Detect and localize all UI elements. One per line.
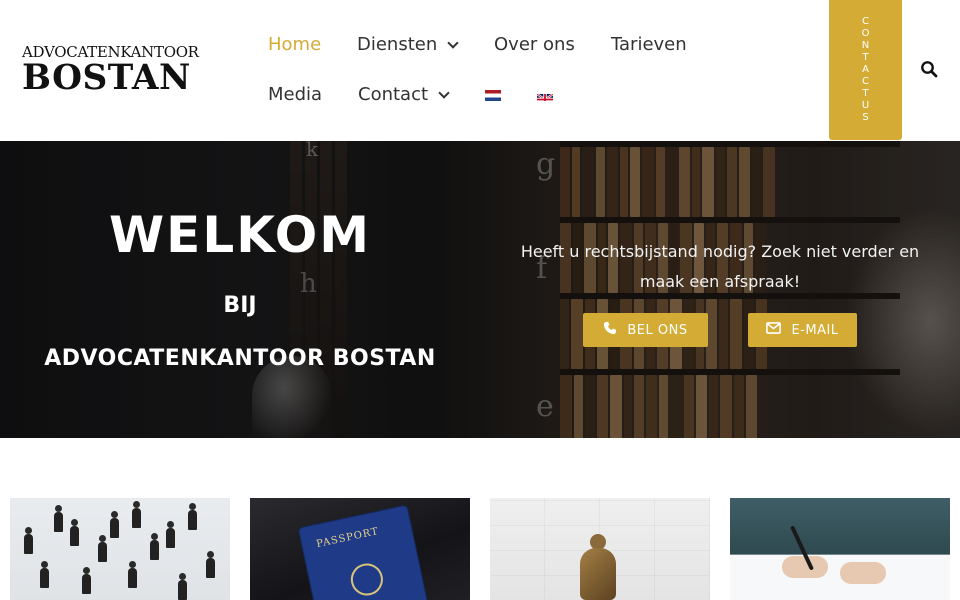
logo-main-text: BOSTAN: [22, 57, 191, 98]
card-thinker-statue-image[interactable]: [490, 498, 710, 600]
hero-banner: g f e k h WELKOM BIJ ADVOCATENKANTOOR BO…: [0, 141, 960, 438]
email-label: E-MAIL: [791, 322, 839, 338]
chevron-down-icon: [438, 86, 450, 99]
card-crowd-walking-image[interactable]: [10, 498, 230, 600]
passport-icon: PASSPORT: [298, 505, 428, 600]
nav-diensten-label: Diensten: [357, 34, 438, 55]
card-signing-document-image[interactable]: [730, 498, 950, 600]
call-us-button[interactable]: BEL ONS: [583, 313, 708, 347]
thinker-statue-icon: [574, 534, 624, 600]
card-passport-image[interactable]: PASSPORT: [250, 498, 470, 600]
email-button[interactable]: E-MAIL: [748, 313, 857, 347]
nav-tarieven-label: Tarieven: [611, 34, 687, 55]
contact-us-label: CONTACTUS: [860, 16, 871, 124]
nav-media[interactable]: Media: [268, 83, 322, 107]
nav-over-ons[interactable]: Over ons: [494, 33, 575, 57]
hero-subtitle: BIJ: [223, 293, 257, 318]
hero-firm-name: ADVOCATENKANTOOR BOSTAN: [44, 346, 436, 371]
site-header: ADVOCATENKANTOOR BOSTAN Home Diensten Ov…: [0, 0, 960, 141]
nav-diensten[interactable]: Diensten: [357, 33, 459, 57]
flag-united-kingdom-icon[interactable]: [537, 90, 553, 101]
nav-contact-label: Contact: [358, 84, 429, 105]
nav-over-ons-label: Over ons: [494, 34, 575, 55]
hero-title: WELKOM: [109, 206, 371, 264]
call-us-label: BEL ONS: [627, 322, 688, 338]
nav-tarieven[interactable]: Tarieven: [611, 33, 687, 57]
contact-us-button[interactable]: CONTACTUS: [829, 0, 902, 140]
site-logo[interactable]: ADVOCATENKANTOOR BOSTAN: [22, 44, 199, 100]
envelope-icon: [766, 322, 782, 338]
nav-media-label: Media: [268, 84, 323, 105]
search-icon[interactable]: [920, 60, 940, 80]
flag-netherlands-icon[interactable]: [485, 90, 501, 101]
chevron-down-icon: [447, 36, 459, 49]
nav-home-label: Home: [268, 34, 322, 55]
phone-icon: [603, 321, 617, 339]
nav-contact[interactable]: Contact: [358, 83, 450, 107]
nav-home[interactable]: Home: [268, 33, 321, 57]
hero-tagline: Heeft u rechtsbijstand nodig? Zoek niet …: [520, 242, 920, 291]
